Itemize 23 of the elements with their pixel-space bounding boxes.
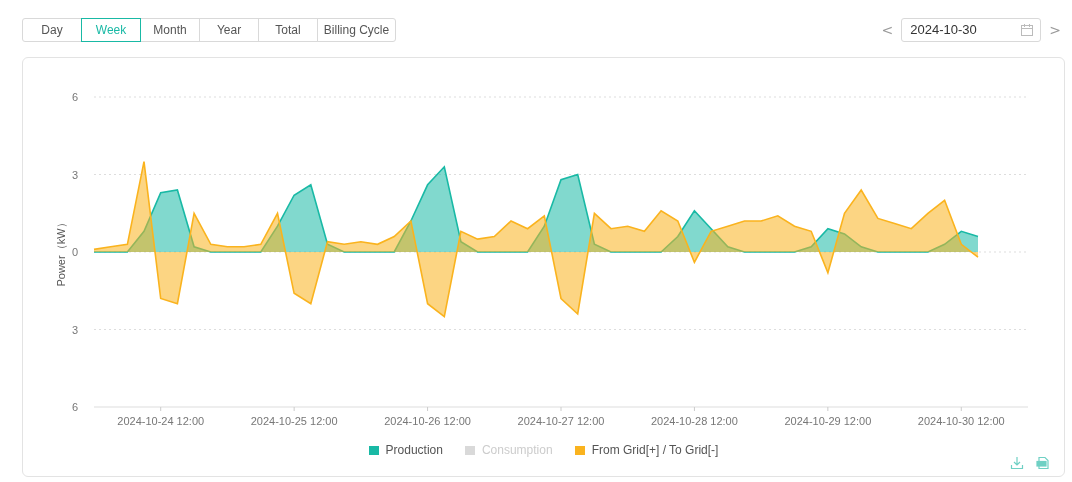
period-tab[interactable]: Day bbox=[22, 17, 82, 42]
y-tick-label: 3 bbox=[71, 323, 78, 336]
y-tick-label: 0 bbox=[71, 246, 78, 258]
period-tab[interactable]: Billing Cycle bbox=[317, 17, 396, 42]
download-icon[interactable] bbox=[1010, 456, 1024, 470]
y-tick-label: 6 bbox=[71, 91, 78, 103]
x-tick-label: 2024-10-24 12:00 bbox=[117, 415, 205, 427]
x-tick-label: 2024-10-30 12:00 bbox=[917, 415, 1005, 427]
y-tick-label: 3 bbox=[71, 168, 78, 181]
x-tick-label: 2024-10-27 12:00 bbox=[517, 415, 605, 427]
period-tab[interactable]: Total bbox=[258, 17, 318, 42]
y-tick-label: 6 bbox=[71, 401, 78, 413]
period-tab[interactable]: Year bbox=[199, 17, 259, 42]
date-field[interactable]: 2024-10-30 bbox=[901, 17, 1042, 42]
x-tick-label: 2024-10-29 12:00 bbox=[784, 415, 872, 427]
x-tick-label: 2024-10-25 12:00 bbox=[250, 415, 338, 427]
x-tick-label: 2024-10-26 12:00 bbox=[384, 415, 471, 427]
period-tab[interactable]: Month bbox=[140, 17, 200, 42]
x-tick-label: 2024-10-28 12:00 bbox=[651, 415, 738, 427]
legend-item[interactable]: Production bbox=[368, 443, 443, 457]
legend-item[interactable]: From Grid[+] / To Grid[-] bbox=[574, 443, 719, 457]
calendar-icon bbox=[1020, 22, 1035, 37]
y-axis-title: Power（kW） bbox=[55, 217, 67, 287]
